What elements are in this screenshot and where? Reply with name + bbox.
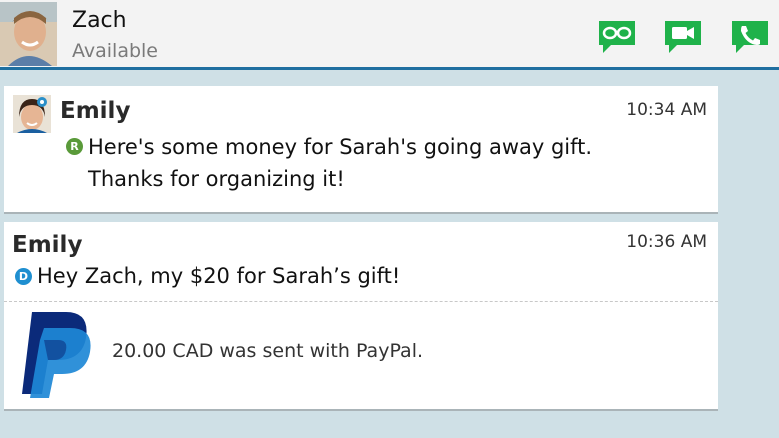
read-status-icon: R (66, 138, 83, 155)
contact-name: Zach (72, 8, 127, 33)
video-call-icon[interactable] (663, 19, 703, 55)
message-text: Hey Zach, my $20 for Sarah’s gift! (37, 264, 401, 288)
sender-name: Emily (60, 98, 131, 124)
sender-name: Emily (12, 232, 83, 258)
sender-avatar[interactable] (13, 95, 51, 133)
paypal-icon[interactable] (18, 310, 96, 400)
message-bubble[interactable]: Emily 10:34 AM R Here's some money for S… (4, 86, 718, 214)
glasses-icon[interactable] (597, 19, 637, 55)
contact-avatar[interactable] (0, 2, 57, 66)
divider (4, 301, 718, 302)
message-line: Thanks for organizing it! (88, 167, 345, 191)
message-time: 10:36 AM (626, 232, 707, 252)
message-bubble[interactable]: Emily 10:36 AM D Hey Zach, my $20 for Sa… (4, 222, 718, 411)
contact-status: Available (72, 40, 159, 62)
phone-icon[interactable] (730, 19, 770, 55)
message-text: Here's some money for Sarah's going away… (88, 131, 592, 195)
message-time: 10:34 AM (626, 100, 707, 120)
paypal-payment-text: 20.00 CAD was sent with PayPal. (112, 340, 424, 362)
delivered-status-icon: D (15, 268, 32, 285)
chat-header: Zach Available (0, 0, 779, 70)
message-line: Here's some money for Sarah's going away… (88, 135, 593, 159)
